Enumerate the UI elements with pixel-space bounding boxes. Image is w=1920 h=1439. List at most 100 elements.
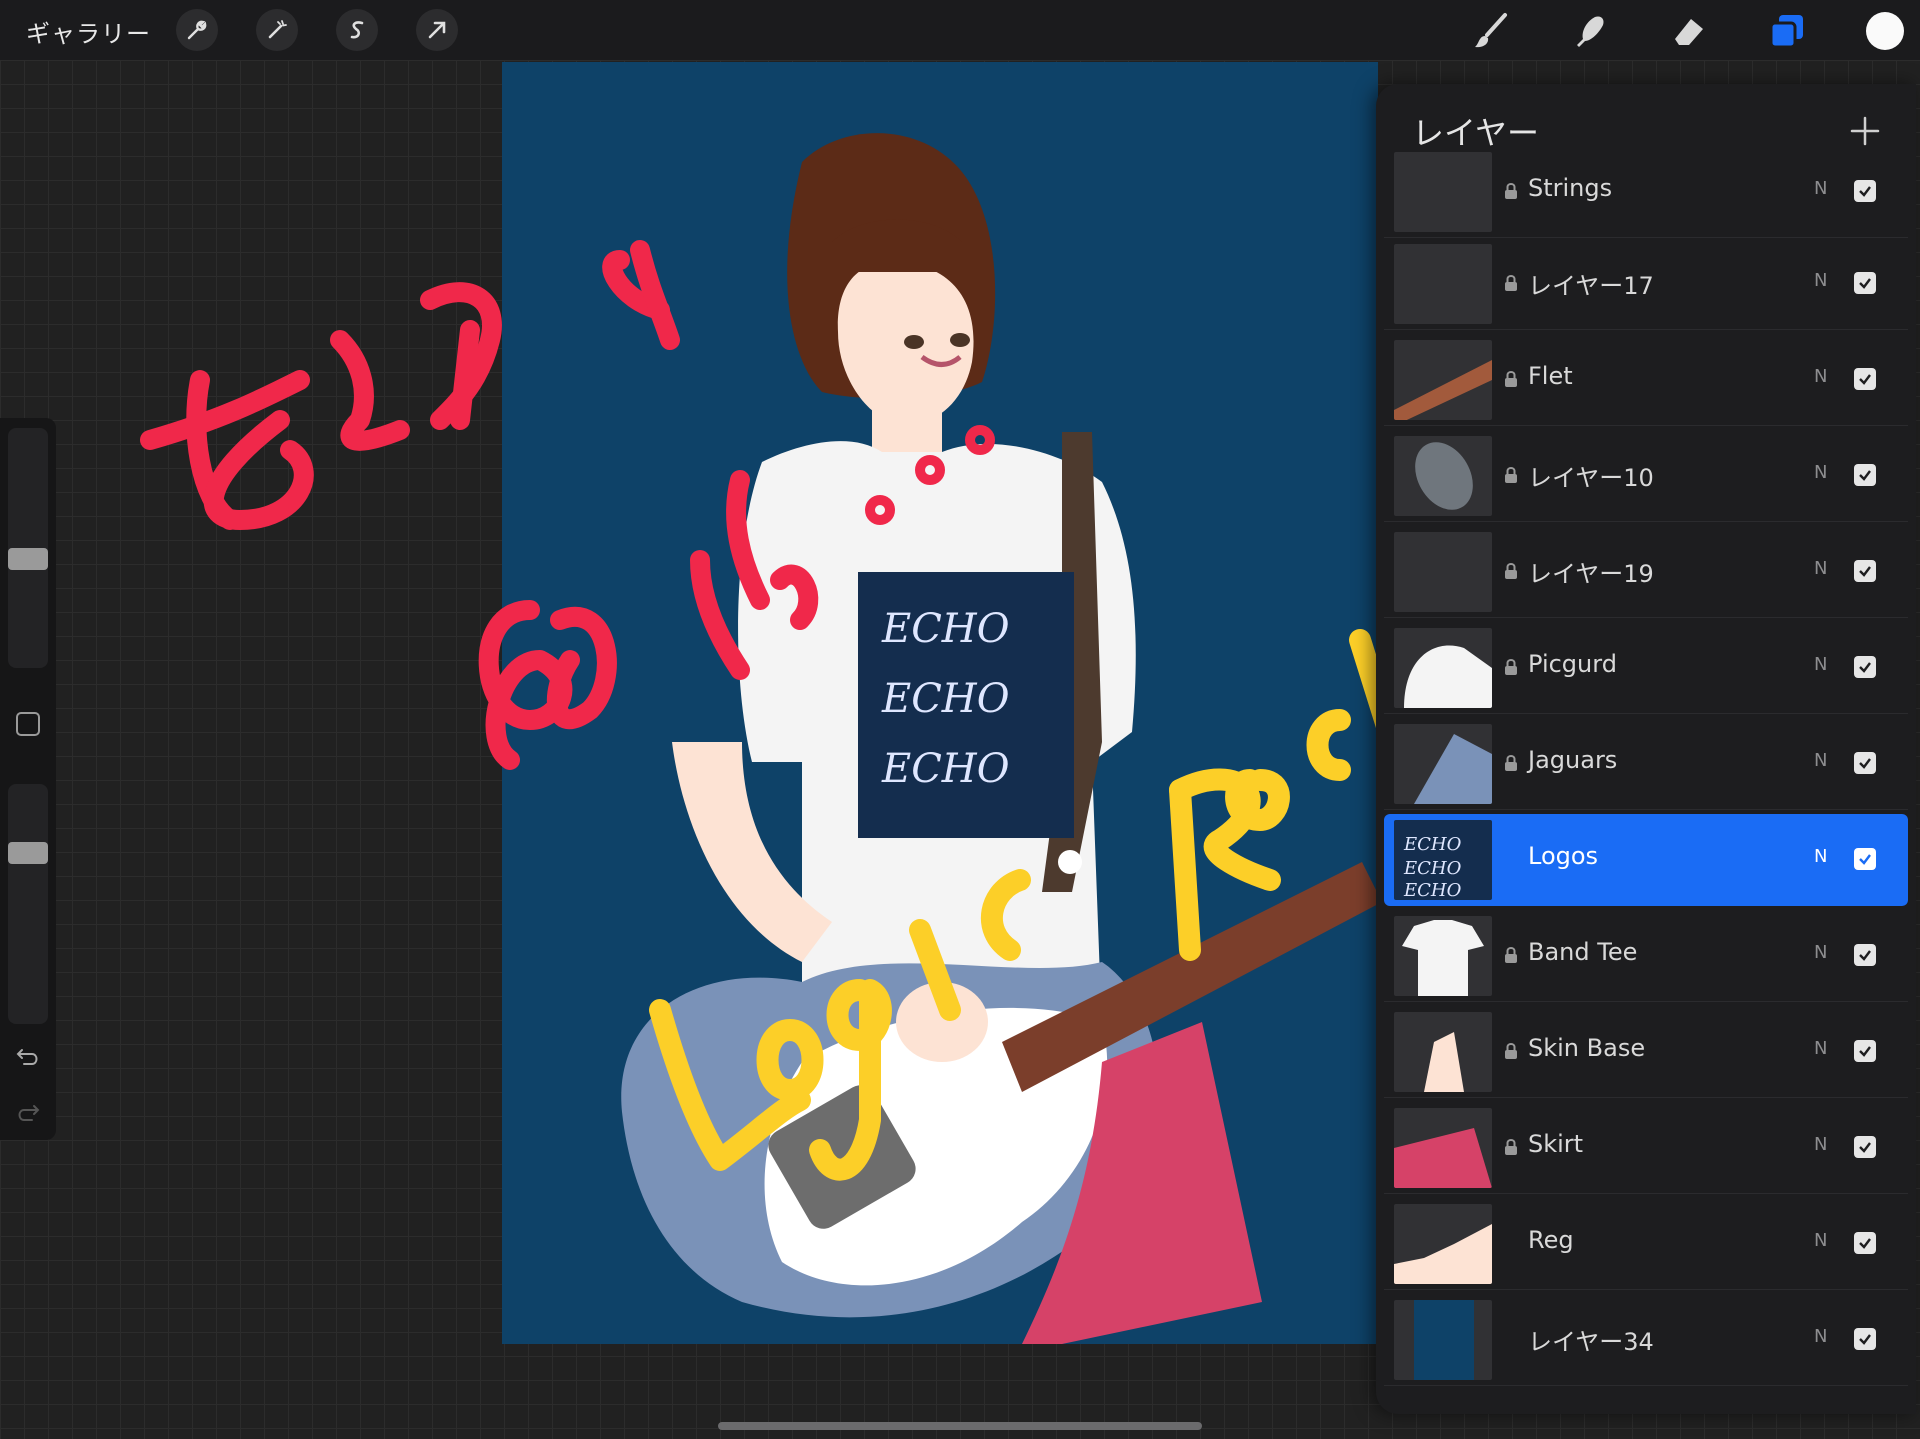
layer-thumbnail bbox=[1394, 628, 1492, 708]
layer-row[interactable]: レイヤー17 N bbox=[1384, 238, 1908, 330]
blend-mode[interactable]: N bbox=[1814, 750, 1827, 771]
lock-icon bbox=[1505, 659, 1517, 675]
blend-mode[interactable]: N bbox=[1814, 1326, 1827, 1347]
visibility-checkbox[interactable] bbox=[1854, 1136, 1876, 1158]
artwork-illustration: ECHO ECHO ECHO bbox=[621, 133, 1378, 1344]
layer-thumbnail bbox=[1394, 152, 1492, 232]
blend-mode[interactable]: N bbox=[1814, 270, 1827, 291]
layer-row-active[interactable]: ECHO ECHO ECHO Logos N bbox=[1384, 814, 1908, 906]
svg-text:ECHO: ECHO bbox=[1403, 858, 1462, 879]
blend-mode[interactable]: N bbox=[1814, 846, 1827, 867]
visibility-checkbox[interactable] bbox=[1854, 1040, 1876, 1062]
home-indicator[interactable] bbox=[718, 1422, 1202, 1430]
selection-icon[interactable] bbox=[336, 9, 378, 51]
brush-size-handle[interactable] bbox=[8, 548, 48, 570]
layer-name: Band Tee bbox=[1528, 938, 1638, 966]
layer-row[interactable]: レイヤー19 N bbox=[1384, 526, 1908, 618]
blend-mode[interactable]: N bbox=[1814, 654, 1827, 675]
color-picker[interactable] bbox=[1866, 12, 1904, 50]
lock-icon bbox=[1505, 1139, 1517, 1155]
blend-mode[interactable]: N bbox=[1814, 1230, 1827, 1251]
layer-name: Skirt bbox=[1528, 1130, 1584, 1158]
layer-row[interactable]: Jaguars N bbox=[1384, 718, 1908, 810]
blend-mode[interactable]: N bbox=[1814, 178, 1827, 199]
gallery-button[interactable]: ギャラリー bbox=[26, 14, 151, 49]
redo-icon[interactable] bbox=[14, 1098, 42, 1126]
visibility-checkbox[interactable] bbox=[1854, 1328, 1876, 1350]
visibility-checkbox[interactable] bbox=[1854, 560, 1876, 582]
visibility-checkbox[interactable] bbox=[1854, 848, 1876, 870]
layer-row[interactable]: レイヤー34 N bbox=[1384, 1294, 1908, 1386]
svg-text:ECHO: ECHO bbox=[881, 746, 1009, 792]
visibility-checkbox[interactable] bbox=[1854, 464, 1876, 486]
svg-text:ECHO: ECHO bbox=[1403, 880, 1462, 900]
layer-name: Logos bbox=[1528, 842, 1599, 870]
visibility-checkbox[interactable] bbox=[1854, 368, 1876, 390]
lock-icon bbox=[1505, 947, 1517, 963]
visibility-checkbox[interactable] bbox=[1854, 944, 1876, 966]
layer-row[interactable]: Band Tee N bbox=[1384, 910, 1908, 1002]
visibility-checkbox[interactable] bbox=[1854, 180, 1876, 202]
blend-mode[interactable]: N bbox=[1814, 366, 1827, 387]
left-sidebar bbox=[0, 418, 56, 1140]
undo-icon[interactable] bbox=[14, 1042, 42, 1070]
blend-mode[interactable]: N bbox=[1814, 558, 1827, 579]
layer-row[interactable]: Reg N bbox=[1384, 1198, 1908, 1290]
drawing-canvas[interactable]: ECHO ECHO ECHO bbox=[502, 62, 1378, 1344]
layer-thumbnail bbox=[1394, 436, 1492, 516]
layer-row[interactable]: レイヤー10 N bbox=[1384, 430, 1908, 522]
blend-mode[interactable]: N bbox=[1814, 462, 1827, 483]
layer-thumbnail: ECHO ECHO ECHO bbox=[1394, 820, 1492, 900]
visibility-checkbox[interactable] bbox=[1854, 1232, 1876, 1254]
magic-wand-icon[interactable] bbox=[256, 9, 298, 51]
svg-text:ECHO: ECHO bbox=[881, 606, 1009, 652]
lock-icon bbox=[1505, 275, 1517, 291]
layer-name: Picgurd bbox=[1528, 650, 1617, 678]
smudge-icon[interactable] bbox=[1568, 8, 1614, 54]
opacity-handle[interactable] bbox=[8, 842, 48, 864]
modify-button[interactable] bbox=[16, 712, 40, 736]
layer-row[interactable]: Skin Base N bbox=[1384, 1006, 1908, 1098]
brush-icon[interactable] bbox=[1468, 8, 1514, 54]
visibility-checkbox[interactable] bbox=[1854, 752, 1876, 774]
layer-name: レイヤー19 bbox=[1528, 560, 1654, 588]
layer-thumbnail bbox=[1394, 532, 1492, 612]
layer-name: レイヤー34 bbox=[1528, 1328, 1654, 1356]
layer-name: レイヤー17 bbox=[1528, 272, 1654, 300]
blend-mode[interactable]: N bbox=[1814, 1134, 1827, 1155]
layer-name: Jaguars bbox=[1528, 746, 1618, 774]
svg-text:ECHO: ECHO bbox=[1403, 834, 1462, 855]
top-toolbar: ギャラリー bbox=[0, 0, 1920, 60]
visibility-checkbox[interactable] bbox=[1854, 272, 1876, 294]
lock-icon bbox=[1505, 371, 1517, 387]
layer-name: Flet bbox=[1528, 362, 1573, 390]
visibility-checkbox[interactable] bbox=[1854, 656, 1876, 678]
eraser-icon[interactable] bbox=[1666, 8, 1712, 54]
lock-icon bbox=[1505, 563, 1517, 579]
plus-icon[interactable] bbox=[1848, 114, 1882, 148]
layer-thumbnail bbox=[1394, 1204, 1492, 1284]
blend-mode[interactable]: N bbox=[1814, 1038, 1827, 1059]
layer-row[interactable]: Flet N bbox=[1384, 334, 1908, 426]
svg-text:ECHO: ECHO bbox=[881, 676, 1009, 722]
layer-name: レイヤー10 bbox=[1528, 464, 1654, 492]
layer-thumbnail bbox=[1394, 916, 1492, 996]
lock-icon bbox=[1505, 755, 1517, 771]
layer-row[interactable]: Skirt N bbox=[1384, 1102, 1908, 1194]
layer-name: Reg bbox=[1528, 1226, 1574, 1254]
wrench-icon[interactable] bbox=[176, 9, 218, 51]
blend-mode[interactable]: N bbox=[1814, 942, 1827, 963]
layer-row[interactable]: Picgurd N bbox=[1384, 622, 1908, 714]
layer-thumbnail bbox=[1394, 1108, 1492, 1188]
layers-icon[interactable] bbox=[1764, 8, 1810, 54]
opacity-slider[interactable] bbox=[8, 784, 48, 1024]
layer-thumbnail bbox=[1394, 1300, 1492, 1380]
layer-name: Strings bbox=[1528, 174, 1613, 202]
transform-arrow-icon[interactable] bbox=[416, 9, 458, 51]
layer-thumbnail bbox=[1394, 1012, 1492, 1092]
lock-icon bbox=[1505, 1043, 1517, 1059]
layers-panel: レイヤー Strings N レイヤー17 N Flet N レイヤー10 N … bbox=[1376, 84, 1916, 1414]
lock-icon bbox=[1505, 467, 1517, 483]
layer-row[interactable]: Strings N bbox=[1384, 146, 1908, 238]
layer-thumbnail bbox=[1394, 724, 1492, 804]
